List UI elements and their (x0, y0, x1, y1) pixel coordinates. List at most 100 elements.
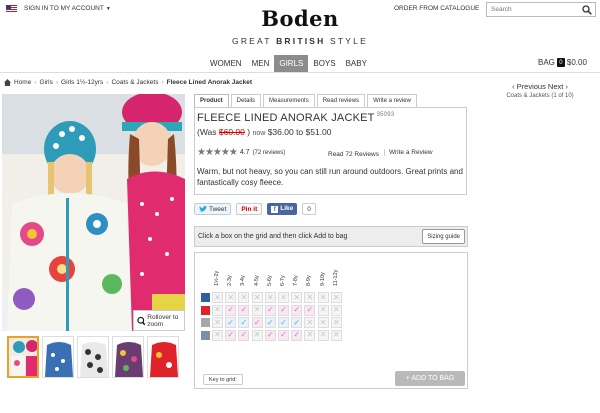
write-review-link[interactable]: Write a Review (384, 149, 433, 156)
size-label: 1½-2y (214, 270, 220, 286)
size-unavailable-icon: ✕ (330, 292, 342, 303)
rating-stars-icon: ★★★★★ (197, 147, 238, 158)
size-available-cell[interactable]: ✓ (278, 317, 289, 328)
size-unavailable-icon: ✕ (317, 304, 329, 316)
nav-item-boys[interactable]: BOYS (308, 55, 340, 72)
breadcrumb-separator-icon: › (161, 79, 164, 86)
breadcrumb-item[interactable]: Girls (40, 79, 53, 86)
breadcrumb: Home › Girls › Girls 1½-12yrs › Coats & Jacket… (4, 79, 252, 86)
tagline: GREAT BRITISH STYLE (232, 36, 368, 46)
now-price: $36.00 to $51.00 (267, 127, 332, 137)
size-unavailable-icon: ✕ (330, 317, 342, 328)
nav-item-girls[interactable]: GIRLS (274, 55, 309, 72)
nav-item-women[interactable]: WOMEN (205, 55, 247, 72)
product-code: 35093 (376, 112, 395, 119)
size-grid-header: Click a box on the grid and then click A… (194, 226, 468, 247)
nav-divider (0, 72, 600, 73)
size-label: 11-12y (332, 269, 339, 286)
thumbnail[interactable] (112, 336, 144, 378)
size-unavailable-icon: ✕ (212, 329, 223, 341)
thumbnail[interactable] (42, 336, 74, 378)
size-unavailable-icon: ✕ (251, 304, 263, 316)
size-unavailable-icon: ✕ (264, 292, 276, 303)
nav-item-baby[interactable]: BABY (341, 55, 372, 72)
breadcrumb-item[interactable]: Girls 1½-12yrs (61, 79, 103, 86)
tab-measurements[interactable]: Measurements (263, 94, 315, 108)
size-unavailable-icon: ✕ (251, 329, 263, 341)
home-icon (4, 79, 11, 86)
breadcrumb-item[interactable]: Coats & Jackets (111, 79, 158, 86)
product-tabs: Product Details Measurements Read reviews Wr… (194, 94, 419, 108)
size-unavailable-icon: ✕ (304, 329, 316, 341)
size-available-cell[interactable]: ✓ (238, 317, 250, 328)
size-available-cell[interactable]: ✓ (278, 329, 289, 341)
sizing-guide-button[interactable]: Sizing guide (422, 229, 465, 244)
pager-context: Coats & Jackets (1 of 10) (506, 93, 574, 99)
key-to-grid-button[interactable]: Key to grid: (203, 374, 243, 385)
thumbnail[interactable] (7, 336, 39, 378)
read-reviews-link[interactable]: Read 72 Reviews (328, 151, 379, 158)
breadcrumb-current: Fleece Lined Anorak Jacket (166, 79, 253, 86)
breadcrumb-separator-icon: › (55, 79, 59, 86)
product-main-image[interactable] (2, 94, 185, 331)
pinit-button[interactable]: Pin it (236, 203, 263, 215)
size-available-cell[interactable]: ✓ (251, 317, 263, 328)
rollover-zoom-hint: Rollover to zoom (133, 310, 185, 331)
tweet-button[interactable]: Tweet (194, 203, 232, 215)
thumbnail-strip (7, 336, 185, 378)
main-nav: WOMEN MEN GIRLS BOYS BABY (205, 55, 372, 72)
social-buttons: Tweet Pin it f Like 0 (194, 203, 316, 215)
like-count: 0 (302, 203, 316, 215)
product-description: Warm, but not heavy, so you can still ru… (197, 167, 463, 187)
facebook-icon: f (271, 205, 279, 213)
shopping-bag[interactable]: BAG 0 $0.00 (538, 58, 587, 67)
tab-details[interactable]: Details (230, 94, 262, 108)
size-available-cell[interactable]: ✓ (238, 329, 250, 341)
facebook-like-button[interactable]: f Like (267, 203, 298, 215)
colour-swatch[interactable] (201, 330, 210, 340)
size-unavailable-icon: ✕ (212, 304, 223, 316)
tab-product[interactable]: Product (194, 94, 229, 108)
size-unavailable-icon: ✕ (317, 292, 329, 303)
size-available-cell[interactable]: ✓ (291, 317, 303, 328)
breadcrumb-separator-icon: › (34, 79, 37, 86)
rating-score: 4.7 (239, 149, 250, 156)
tab-read-reviews[interactable]: Read reviews (316, 94, 366, 108)
tab-write-a-review[interactable]: Write a review (367, 94, 417, 108)
size-label: 5-6y (266, 275, 273, 286)
size-label: 7-8y (293, 275, 300, 286)
size-available-cell[interactable]: ✓ (264, 317, 276, 328)
size-available-cell[interactable]: ✓ (264, 304, 276, 316)
prev-next-links[interactable]: ‹ Previous Next › (496, 82, 584, 91)
size-unavailable-icon: ✕ (330, 329, 342, 341)
size-available-cell[interactable]: ✓ (264, 329, 276, 341)
size-unavailable-icon: ✕ (317, 317, 329, 328)
size-available-cell[interactable]: ✓ (225, 317, 237, 328)
size-available-cell[interactable]: ✓ (304, 304, 316, 316)
boden-logo[interactable]: Boden (0, 6, 600, 31)
add-to-bag-button[interactable]: + ADD TO BAG (395, 371, 465, 386)
thumbnail[interactable] (77, 336, 109, 378)
thumbnail[interactable] (147, 336, 179, 378)
size-unavailable-icon: ✕ (304, 317, 316, 328)
nav-item-men[interactable]: MEN (247, 55, 275, 72)
size-unavailable-icon: ✕ (291, 292, 303, 303)
colour-swatch[interactable] (201, 305, 210, 315)
size-label: 9-10y (319, 272, 326, 286)
size-label: 8-9y (306, 275, 313, 286)
product-name: FLEECE LINED ANORAK JACKET 35093 (197, 112, 395, 124)
size-available-cell[interactable]: ✓ (278, 304, 289, 316)
rating-summary: ★★★★★ 4.7 (72 reviews) (197, 147, 285, 158)
breadcrumb-item[interactable]: Home (14, 79, 31, 86)
size-available-cell[interactable]: ✓ (291, 304, 303, 316)
size-available-cell[interactable]: ✓ (225, 304, 237, 316)
rating-count[interactable]: (72 reviews) (253, 150, 286, 156)
colour-swatch[interactable] (201, 318, 210, 327)
colour-swatch[interactable] (201, 293, 210, 302)
size-unavailable-icon: ✕ (212, 292, 223, 303)
size-available-cell[interactable]: ✓ (225, 329, 237, 341)
bag-icon: 0 (556, 58, 565, 67)
size-unavailable-icon: ✕ (330, 304, 342, 316)
size-available-cell[interactable]: ✓ (291, 329, 303, 341)
size-available-cell[interactable]: ✓ (238, 304, 250, 316)
